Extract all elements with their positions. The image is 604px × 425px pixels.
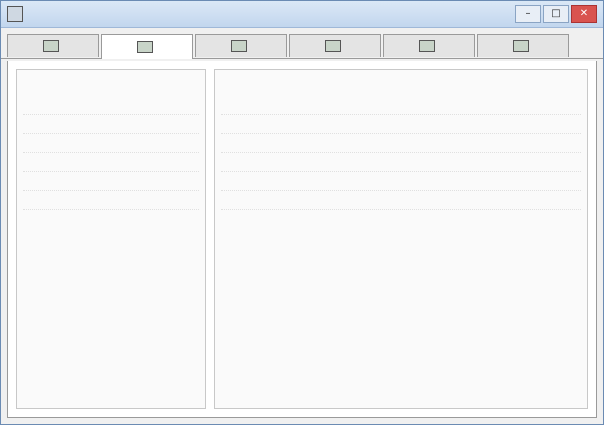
right-row <box>221 172 581 191</box>
left-panel-title <box>23 76 199 90</box>
left-row <box>23 191 199 210</box>
right-row <box>221 134 581 153</box>
right-row <box>221 191 581 210</box>
right-panel-title <box>221 76 581 90</box>
tab-1-icon <box>43 40 59 52</box>
left-row <box>23 115 199 134</box>
right-row <box>221 96 581 115</box>
tab-3[interactable] <box>195 34 287 57</box>
tab-4[interactable] <box>289 34 381 57</box>
tab-2[interactable] <box>101 34 193 59</box>
app-window: – □ ✕ <box>0 0 604 425</box>
tab-2-icon <box>137 41 153 53</box>
right-row <box>221 115 581 134</box>
tab-strip <box>1 28 603 59</box>
left-row <box>23 153 199 172</box>
left-panel <box>16 69 206 409</box>
tab-6[interactable] <box>477 34 569 57</box>
left-row <box>23 134 199 153</box>
maximize-icon[interactable]: □ <box>543 5 569 23</box>
tab-3-icon <box>231 40 247 52</box>
tab-5-icon <box>419 40 435 52</box>
tab-5[interactable] <box>383 34 475 57</box>
left-row <box>23 96 199 115</box>
right-panel <box>214 69 588 409</box>
left-row <box>23 172 199 191</box>
tab-content <box>7 61 597 418</box>
right-row <box>221 153 581 172</box>
tab-1[interactable] <box>7 34 99 57</box>
close-icon[interactable]: ✕ <box>571 5 597 23</box>
tab-4-icon <box>325 40 341 52</box>
app-icon <box>7 6 23 22</box>
tab-6-icon <box>513 40 529 52</box>
window-controls: – □ ✕ <box>515 5 597 23</box>
title-bar: – □ ✕ <box>1 1 603 28</box>
minimize-icon[interactable]: – <box>515 5 541 23</box>
